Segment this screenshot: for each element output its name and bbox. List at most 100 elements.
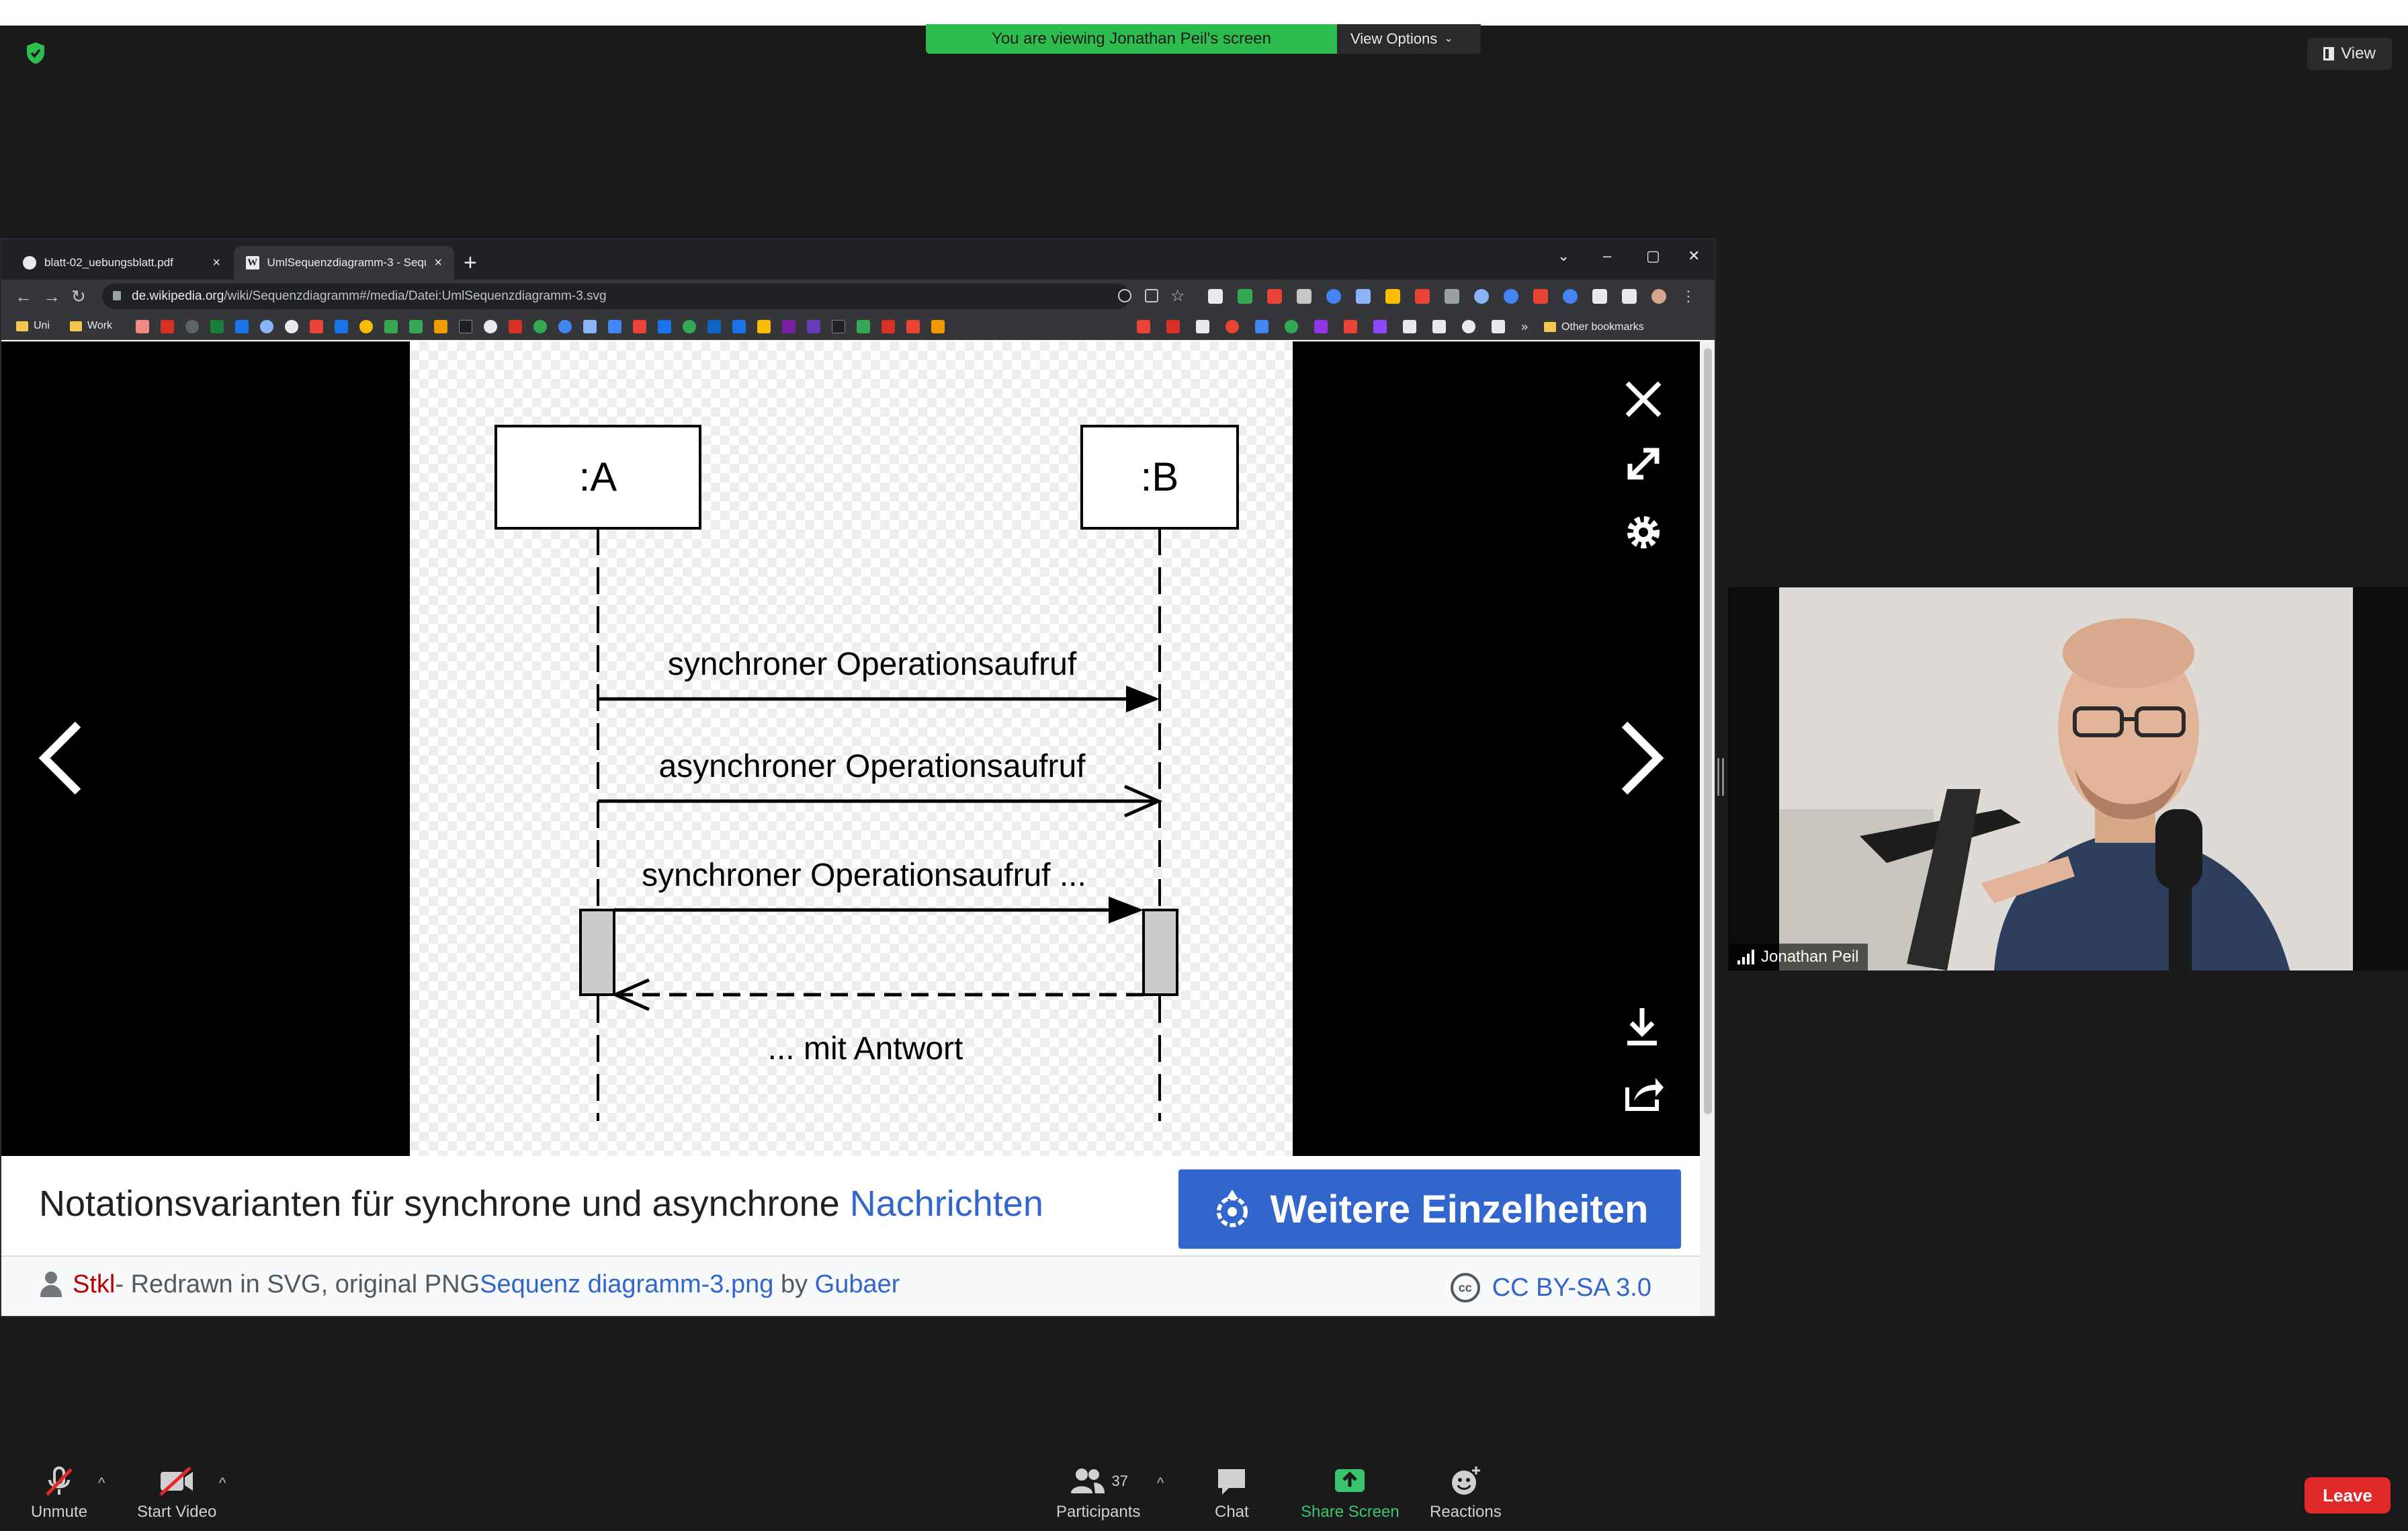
bookmark-icon[interactable] <box>633 320 646 333</box>
extension-icon[interactable] <box>1533 289 1548 304</box>
security-shield-icon[interactable] <box>26 42 46 65</box>
bookmark-icon[interactable] <box>1432 320 1446 333</box>
tab-wikipedia[interactable]: W UmlSequenzdiagramm-3 - Sequ × <box>234 246 454 280</box>
original-author-link[interactable]: Gubaer <box>815 1270 900 1299</box>
extension-icon[interactable] <box>1563 289 1578 304</box>
bookmark-folder-work[interactable]: Work <box>70 320 112 332</box>
share-icon[interactable] <box>1145 289 1158 302</box>
participants-options-chevron-icon[interactable]: ^ <box>1157 1475 1164 1492</box>
close-window-icon[interactable]: ✕ <box>1688 247 1700 265</box>
license-link[interactable]: CC BY-SA 3.0 <box>1492 1274 1651 1302</box>
participant-video-tile[interactable] <box>1728 587 2408 970</box>
extension-icon[interactable] <box>1297 289 1312 304</box>
address-bar[interactable]: de.wikipedia.org/wiki/Sequenzdiagramm#/m… <box>102 284 1185 309</box>
download-icon[interactable] <box>1623 1005 1661 1048</box>
bookmark-icon[interactable] <box>832 320 845 333</box>
caption-link[interactable]: Nachrichten <box>850 1184 1043 1224</box>
unmute-button[interactable]: Unmute <box>31 1465 87 1522</box>
more-details-button[interactable]: Weitere Einzelheiten <box>1178 1169 1681 1249</box>
bookmark-icon[interactable] <box>658 320 671 333</box>
bookmark-folder-uni[interactable]: Uni <box>16 320 50 332</box>
gear-icon[interactable] <box>1622 511 1665 554</box>
bookmark-icon[interactable] <box>683 320 696 333</box>
bookmark-icon[interactable] <box>459 320 472 333</box>
zoom-icon[interactable] <box>1118 289 1131 302</box>
bookmark-icon[interactable] <box>359 320 373 333</box>
bookmark-icon[interactable] <box>384 320 398 333</box>
scrollbar-thumb[interactable] <box>1704 348 1712 1114</box>
bookmark-icon[interactable] <box>906 320 920 333</box>
view-options-button[interactable]: View Options ⌄ <box>1337 24 1481 54</box>
bookmark-icon[interactable] <box>210 320 224 333</box>
extension-icon[interactable] <box>1504 289 1518 304</box>
bookmark-icon[interactable] <box>310 320 323 333</box>
star-icon[interactable]: ☆ <box>1170 286 1185 306</box>
bookmark-icon[interactable] <box>882 320 895 333</box>
sidebar-icon[interactable] <box>1622 289 1637 304</box>
tab-search-icon[interactable]: ⌄ <box>1557 247 1570 265</box>
bookmark-icon[interactable] <box>1492 320 1505 333</box>
close-viewer-icon[interactable] <box>1622 378 1665 421</box>
panel-resize-handle[interactable] <box>1717 758 1724 796</box>
audio-options-chevron-icon[interactable]: ^ <box>98 1475 105 1492</box>
profile-avatar[interactable] <box>1651 289 1666 304</box>
extension-icon[interactable] <box>1208 289 1223 304</box>
share-screen-button[interactable]: Share Screen <box>1301 1465 1400 1522</box>
bookmark-icon[interactable] <box>1196 320 1209 333</box>
extension-icon[interactable] <box>1385 289 1400 304</box>
bookmark-folder-other[interactable]: Other bookmarks <box>1544 320 1644 334</box>
extension-icon[interactable] <box>1474 289 1489 304</box>
close-tab-icon[interactable]: × <box>434 255 442 271</box>
more-bookmarks-icon[interactable]: » <box>1521 320 1528 334</box>
new-tab-icon[interactable]: + <box>464 250 477 276</box>
bookmark-icon[interactable] <box>1462 320 1475 333</box>
bookmark-icon[interactable] <box>161 320 174 333</box>
original-file-link[interactable]: Sequenz diagramm-3.png <box>480 1270 773 1299</box>
bookmark-icon[interactable] <box>1166 320 1180 333</box>
back-icon[interactable]: ← <box>15 286 32 307</box>
bookmark-icon[interactable] <box>707 320 721 333</box>
extension-icon[interactable] <box>1415 289 1430 304</box>
bookmark-icon[interactable] <box>807 320 820 333</box>
close-tab-icon[interactable]: × <box>212 255 220 271</box>
bookmark-icon[interactable] <box>1344 320 1357 333</box>
bookmark-icon[interactable] <box>1226 320 1239 333</box>
bookmark-icon[interactable] <box>857 320 870 333</box>
share-icon[interactable] <box>1622 1071 1665 1114</box>
bookmark-icon[interactable] <box>1137 320 1150 333</box>
start-video-button[interactable]: Start Video <box>137 1465 216 1522</box>
maximize-icon[interactable]: ▢ <box>1646 247 1660 265</box>
extension-icon[interactable] <box>1356 289 1371 304</box>
bookmark-icon[interactable] <box>235 320 249 333</box>
extension-icon[interactable] <box>1238 289 1252 304</box>
bookmark-icon[interactable] <box>608 320 621 333</box>
bookmark-icon[interactable] <box>558 320 572 333</box>
bookmark-icon[interactable] <box>509 320 522 333</box>
view-layout-button[interactable]: View <box>2307 38 2392 70</box>
fullscreen-icon[interactable] <box>1623 444 1664 484</box>
bookmark-icon[interactable] <box>732 320 746 333</box>
page-scrollbar[interactable] <box>1700 341 1715 1316</box>
previous-image-icon[interactable] <box>35 718 86 798</box>
bookmark-icon[interactable] <box>260 320 273 333</box>
bookmark-icon[interactable] <box>409 320 423 333</box>
bookmark-icon[interactable] <box>583 320 597 333</box>
bookmark-icon[interactable] <box>285 320 298 333</box>
author-link[interactable]: Stkl <box>73 1270 115 1299</box>
puzzle-icon[interactable] <box>1592 289 1607 304</box>
reload-icon[interactable]: ↻ <box>71 286 86 307</box>
bookmark-icon[interactable] <box>1373 320 1387 333</box>
bookmark-icon[interactable] <box>484 320 497 333</box>
minimize-icon[interactable]: – <box>1603 247 1611 265</box>
reactions-button[interactable]: Reactions <box>1430 1465 1502 1522</box>
participants-button[interactable]: 37 Participants <box>1056 1465 1140 1522</box>
extension-icon[interactable] <box>1267 289 1282 304</box>
tab-pdf[interactable]: blatt-02_uebungsblatt.pdf × <box>11 246 232 280</box>
bookmark-icon[interactable] <box>335 320 348 333</box>
next-image-icon[interactable] <box>1617 718 1668 798</box>
bookmark-icon[interactable] <box>757 320 771 333</box>
menu-icon[interactable]: ⋮ <box>1681 289 1696 304</box>
forward-icon[interactable]: → <box>43 286 60 307</box>
bookmark-icon[interactable] <box>185 320 199 333</box>
bookmark-icon[interactable] <box>931 320 945 333</box>
